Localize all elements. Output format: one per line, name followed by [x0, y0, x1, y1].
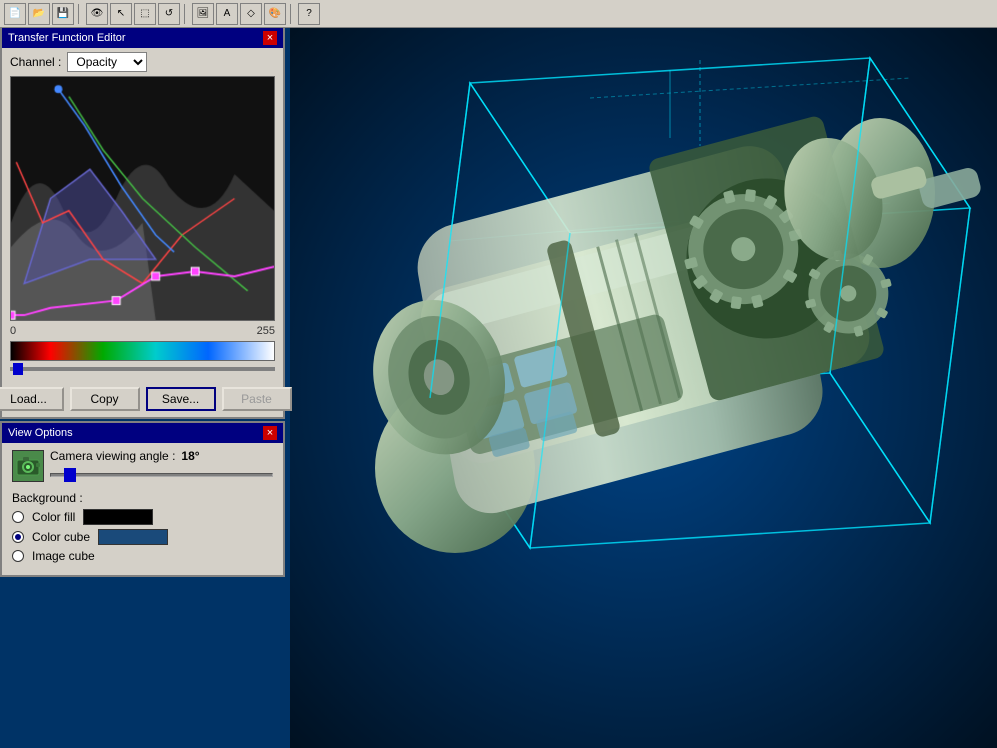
vo-panel-title: View Options × — [2, 423, 283, 443]
view-options-panel: View Options × Camera viewing angle : 18… — [0, 421, 285, 577]
background-section: Background : Color fill Color cube Image… — [2, 487, 283, 575]
toolbar-btn-select[interactable]: ⬚ — [134, 3, 156, 25]
render-area — [290, 28, 997, 748]
toolbar-btn-save[interactable]: 💾 — [52, 3, 74, 25]
bg-label-color-fill: Color fill — [32, 510, 75, 524]
tf-colorbar[interactable] — [10, 341, 275, 361]
copy-button[interactable]: Copy — [70, 387, 140, 411]
toolbar-sep-3 — [290, 4, 294, 24]
tf-panel-title: Transfer Function Editor × — [2, 28, 283, 48]
camera-label-row: Camera viewing angle : 18° — [50, 449, 273, 463]
tf-buttons: Load... Copy Save... Paste — [2, 381, 283, 417]
tf-axis-max: 255 — [257, 325, 275, 337]
save-button[interactable]: Save... — [146, 387, 216, 411]
toolbar-btn-shape[interactable]: ◇ — [240, 3, 262, 25]
bg-label-color-cube: Color cube — [32, 530, 90, 544]
camera-slider-track — [50, 473, 273, 477]
tf-axis: 0 255 — [2, 325, 283, 337]
tf-close-button[interactable]: × — [263, 31, 277, 45]
bg-swatch-color-cube[interactable] — [98, 529, 168, 545]
toolbar-sep-1 — [78, 4, 82, 24]
camera-angle-label: Camera viewing angle : — [50, 449, 175, 463]
bg-radio-color-fill[interactable] — [12, 511, 24, 523]
tf-slider[interactable] — [10, 363, 275, 375]
tf-slider-thumb[interactable] — [13, 363, 23, 375]
camera-angle-value: 18° — [181, 449, 199, 463]
toolbar-btn-rotate[interactable]: ↺ — [158, 3, 180, 25]
camera-icon — [12, 450, 44, 482]
toolbar-btn-paint[interactable]: 🎨 — [264, 3, 286, 25]
transfer-function-panel: Transfer Function Editor × Channel : Opa… — [0, 28, 285, 419]
bg-option-color-fill: Color fill — [12, 509, 273, 525]
toolbar: 📄 📂 💾 👁 ↖ ⬚ ↺ 🖼 A ◇ 🎨 ? — [0, 0, 997, 28]
channel-row: Channel : Opacity Red Green Blue — [2, 48, 283, 76]
toolbar-btn-new[interactable]: 📄 — [4, 3, 26, 25]
camera-slider[interactable] — [50, 467, 273, 483]
bg-radio-color-cube[interactable] — [12, 531, 24, 543]
toolbar-btn-open[interactable]: 📂 — [28, 3, 50, 25]
tf-slider-track — [10, 367, 275, 371]
tf-title-text: Transfer Function Editor — [8, 32, 126, 44]
bg-swatch-color-fill[interactable] — [83, 509, 153, 525]
bg-option-color-cube: Color cube — [12, 529, 273, 545]
load-button[interactable]: Load... — [0, 387, 64, 411]
toolbar-btn-cursor[interactable]: ↖ — [110, 3, 132, 25]
camera-row: Camera viewing angle : 18° — [2, 443, 283, 487]
viewport-3d[interactable] — [290, 28, 997, 748]
toolbar-btn-textA[interactable]: A — [216, 3, 238, 25]
bg-option-image-cube: Image cube — [12, 549, 273, 563]
bg-radio-image-cube[interactable] — [12, 550, 24, 562]
channel-select[interactable]: Opacity Red Green Blue — [67, 52, 147, 72]
bg-label-image-cube: Image cube — [32, 549, 95, 563]
camera-slider-thumb[interactable] — [64, 468, 76, 482]
toolbar-btn-eye[interactable]: 👁 — [86, 3, 108, 25]
toolbar-sep-2 — [184, 4, 188, 24]
camera-info: Camera viewing angle : 18° — [50, 449, 273, 483]
background-title: Background : — [12, 491, 273, 505]
paste-button[interactable]: Paste — [222, 387, 292, 411]
channel-label: Channel : — [10, 55, 61, 69]
toolbar-btn-help[interactable]: ? — [298, 3, 320, 25]
tf-canvas — [11, 77, 274, 320]
tf-graph-area[interactable] — [10, 76, 275, 321]
tf-axis-min: 0 — [10, 325, 16, 337]
vo-close-button[interactable]: × — [263, 426, 277, 440]
toolbar-btn-image[interactable]: 🖼 — [192, 3, 214, 25]
vo-title-text: View Options — [8, 427, 73, 439]
